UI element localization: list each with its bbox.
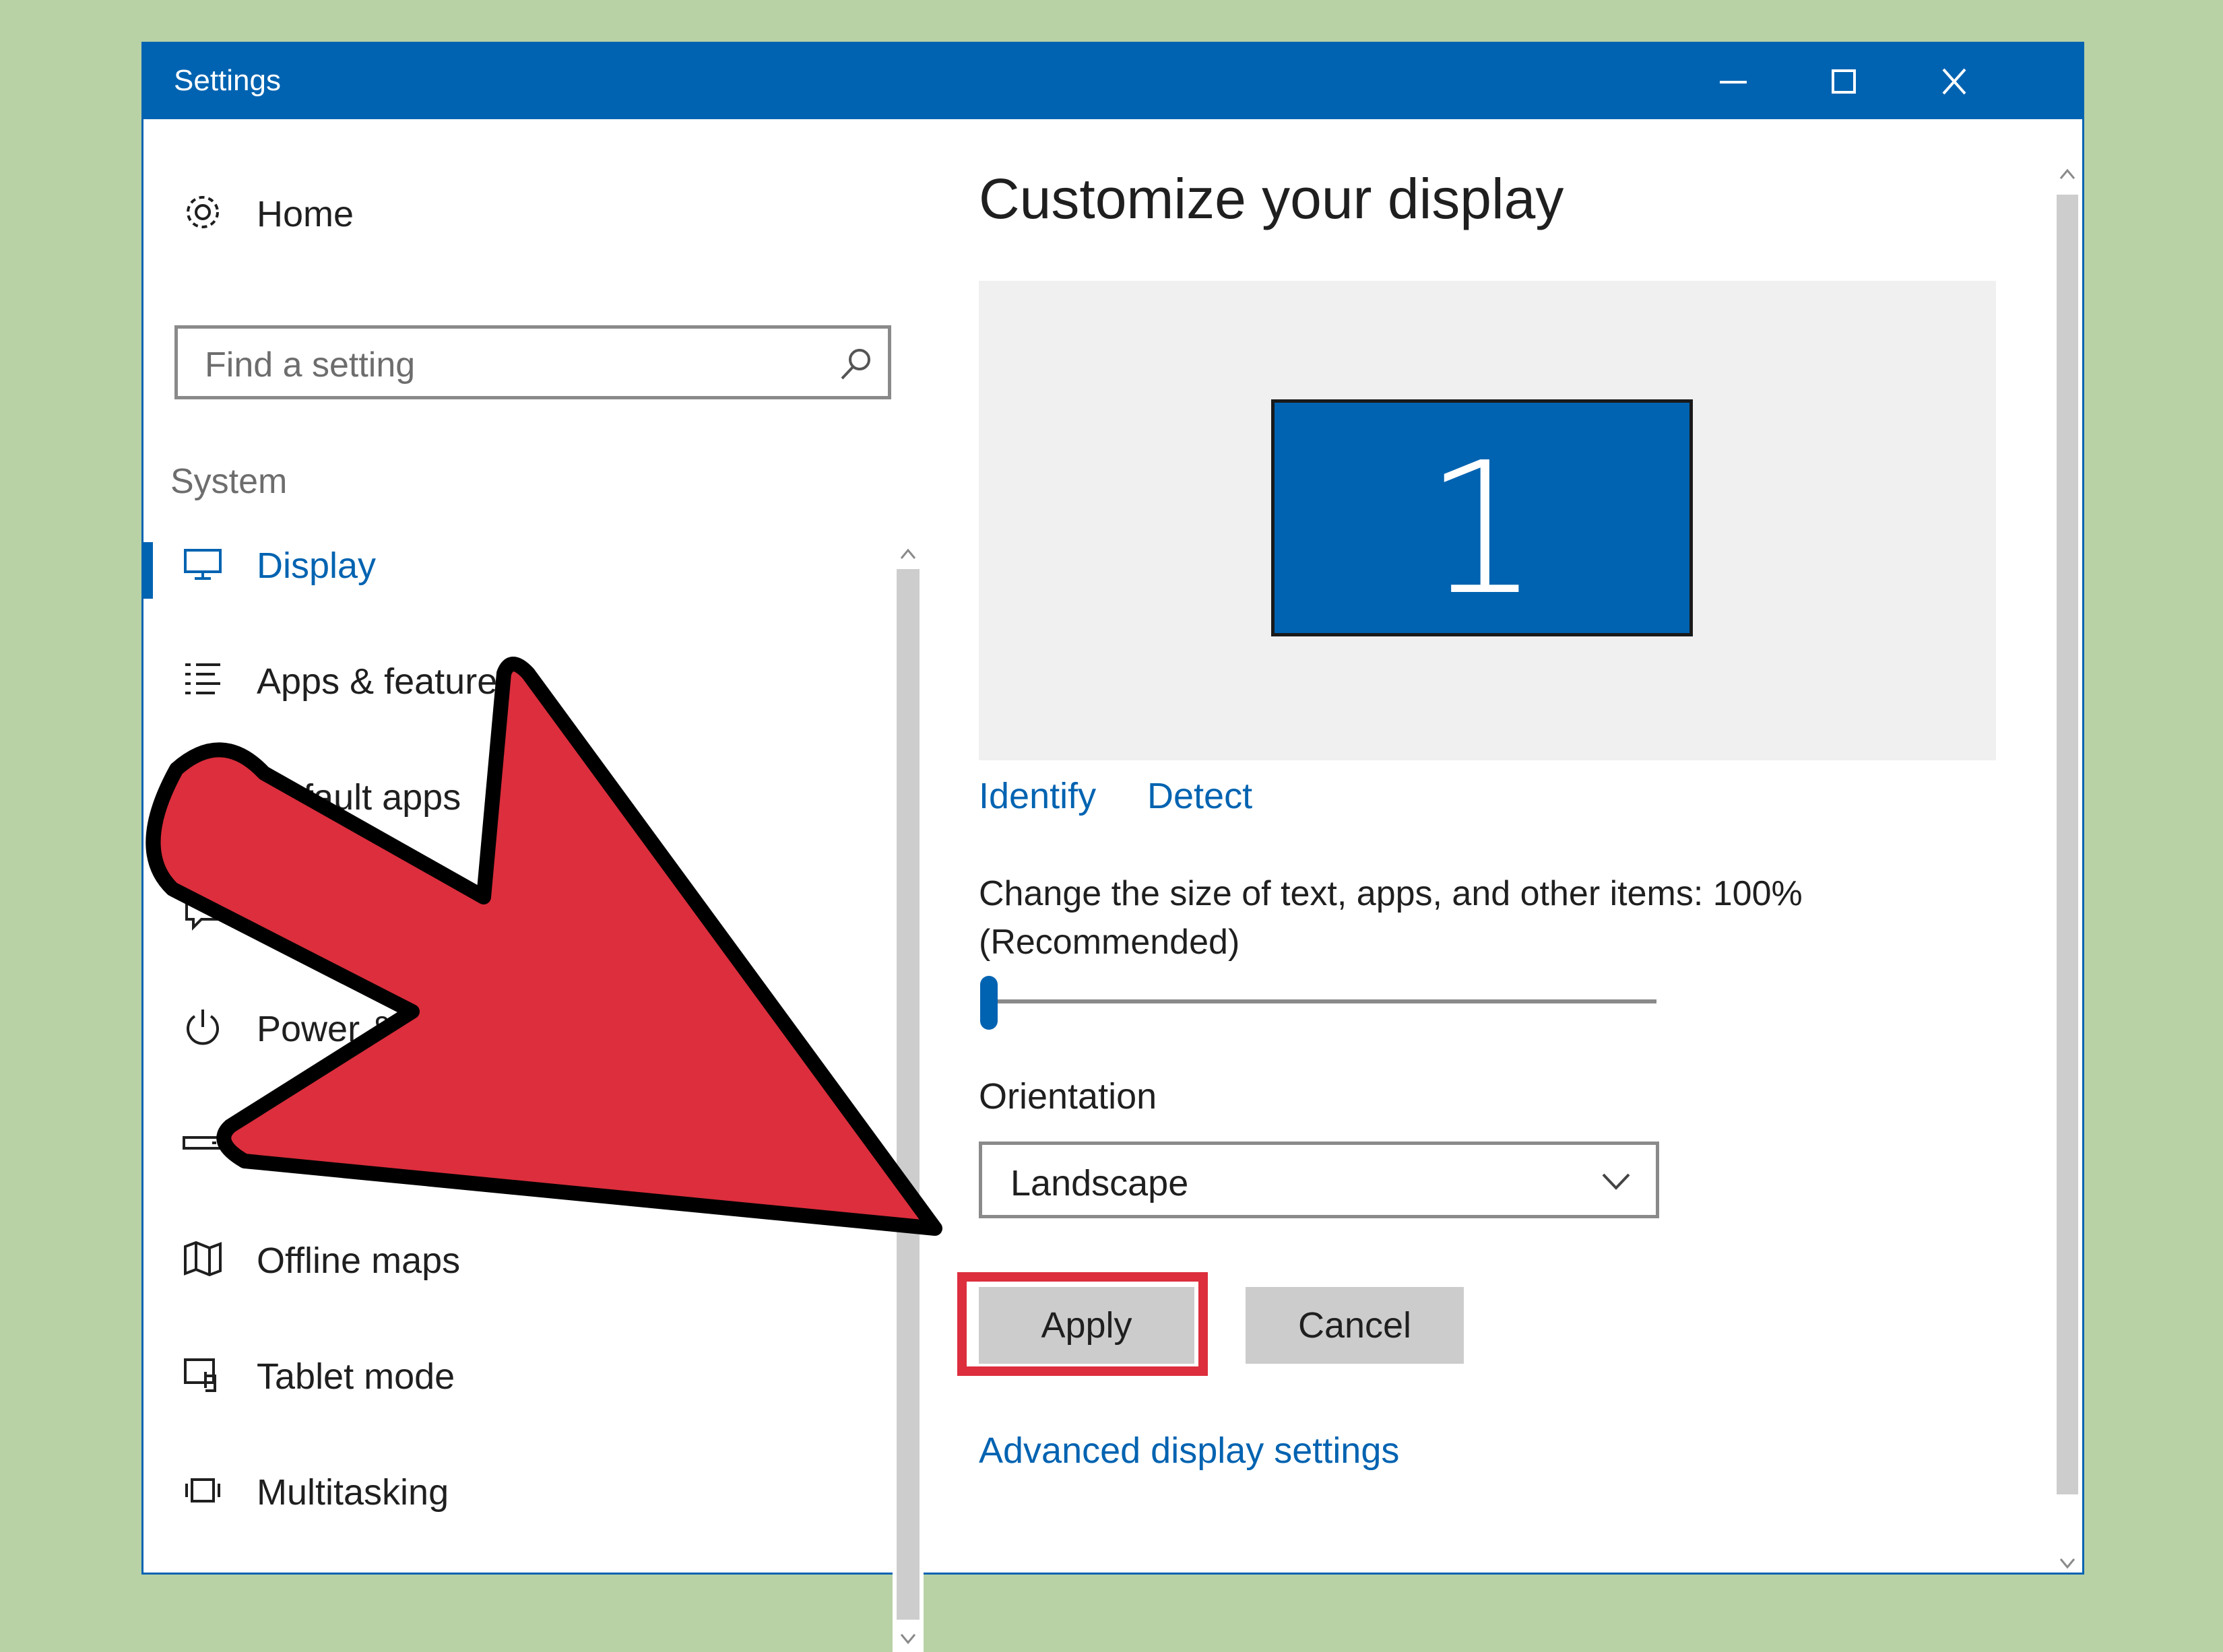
- scroll-down-icon[interactable]: [2053, 1554, 2082, 1574]
- maximize-icon[interactable]: [1824, 60, 1864, 103]
- tablet-mode-icon: [181, 1353, 224, 1396]
- advanced-display-settings-link[interactable]: Advanced display settings: [979, 1430, 1399, 1472]
- sidebar: Home Find a setting System Display Apps …: [143, 119, 924, 1652]
- scale-label: Change the size of text, apps, and other…: [979, 874, 1803, 913]
- detect-link[interactable]: Detect: [1147, 775, 1252, 817]
- notifications-icon: [181, 890, 224, 933]
- settings-window: Settings Home Find a setting System Disp…: [141, 42, 2084, 1652]
- sidebar-item-home[interactable]: Home: [143, 170, 884, 251]
- sidebar-item-label: Tablet mode: [257, 1356, 455, 1397]
- cancel-button[interactable]: Cancel: [1246, 1287, 1464, 1364]
- selection-indicator: [143, 542, 153, 599]
- sidebar-item-label: Home: [257, 194, 354, 234]
- sidebar-item-power-sleep[interactable]: Power & sleep: [143, 985, 884, 1066]
- power-icon: [181, 1005, 224, 1049]
- sidebar-item-tablet-mode[interactable]: Tablet mode: [143, 1333, 884, 1414]
- minimize-icon[interactable]: [1713, 60, 1753, 103]
- search-input[interactable]: Find a setting: [174, 325, 891, 399]
- sidebar-item-label: Default apps: [257, 777, 461, 818]
- sidebar-scrollbar[interactable]: [893, 543, 924, 1652]
- sidebar-item-label: Storage: [257, 1125, 385, 1165]
- sidebar-item-offline-maps[interactable]: Offline maps: [143, 1217, 884, 1298]
- multitasking-icon: [181, 1469, 224, 1512]
- display-preview: 1: [979, 281, 1996, 760]
- sidebar-item-label: Offline maps: [257, 1241, 461, 1281]
- scrollbar-thumb[interactable]: [897, 569, 920, 1620]
- sidebar-item-label: Power & sleep: [257, 1009, 492, 1049]
- window-title: Settings: [174, 64, 281, 97]
- scrollbar-thumb[interactable]: [2057, 195, 2078, 1494]
- sidebar-item-label: Display: [257, 546, 377, 586]
- display-monitor-1[interactable]: 1: [1271, 399, 1693, 636]
- identify-link[interactable]: Identify: [979, 775, 1096, 817]
- monitor-icon: [181, 542, 224, 585]
- sidebar-item-default-apps[interactable]: Default apps: [143, 754, 884, 834]
- orientation-value: Landscape: [1010, 1163, 1189, 1203]
- sidebar-item-label: Notifications & actions: [257, 893, 615, 933]
- apply-button[interactable]: Apply: [979, 1287, 1194, 1364]
- close-icon[interactable]: [1934, 60, 1974, 103]
- default-apps-icon: [181, 774, 224, 817]
- sidebar-item-label: Multitasking: [257, 1472, 449, 1513]
- page-title: Customize your display: [979, 167, 1564, 230]
- content-scrollbar[interactable]: [2053, 119, 2082, 1574]
- scroll-up-icon[interactable]: [2053, 164, 2082, 184]
- scale-slider[interactable]: [979, 974, 1659, 1030]
- map-icon: [181, 1237, 224, 1280]
- storage-icon: [181, 1121, 224, 1164]
- orientation-label: Orientation: [979, 1076, 1157, 1117]
- sidebar-item-notifications[interactable]: Notifications & actions: [143, 869, 884, 950]
- gear-icon: [181, 191, 224, 234]
- main-content: Customize your display 1 Identify Detect…: [957, 119, 2030, 1577]
- search-icon[interactable]: [838, 346, 874, 383]
- section-label-system: System: [170, 462, 288, 501]
- search-placeholder: Find a setting: [205, 345, 416, 385]
- scroll-down-icon[interactable]: [893, 1629, 924, 1649]
- slider-track: [992, 999, 1656, 1003]
- orientation-dropdown[interactable]: Landscape: [979, 1142, 1659, 1218]
- title-bar[interactable]: Settings: [143, 44, 2082, 119]
- scale-label-recommended: (Recommended): [979, 923, 1240, 962]
- chevron-down-icon: [1599, 1168, 1633, 1195]
- slider-thumb[interactable]: [980, 976, 998, 1030]
- sidebar-item-multitasking[interactable]: Multitasking: [143, 1449, 884, 1529]
- sidebar-item-apps-features[interactable]: Apps & features: [143, 638, 884, 719]
- display-number: 1: [1424, 423, 1540, 635]
- scroll-up-icon[interactable]: [893, 543, 924, 564]
- sidebar-item-storage[interactable]: Storage: [143, 1101, 884, 1182]
- sidebar-item-label: Apps & features: [257, 661, 516, 702]
- sidebar-item-display[interactable]: Display: [143, 522, 884, 603]
- apps-list-icon: [181, 658, 224, 701]
